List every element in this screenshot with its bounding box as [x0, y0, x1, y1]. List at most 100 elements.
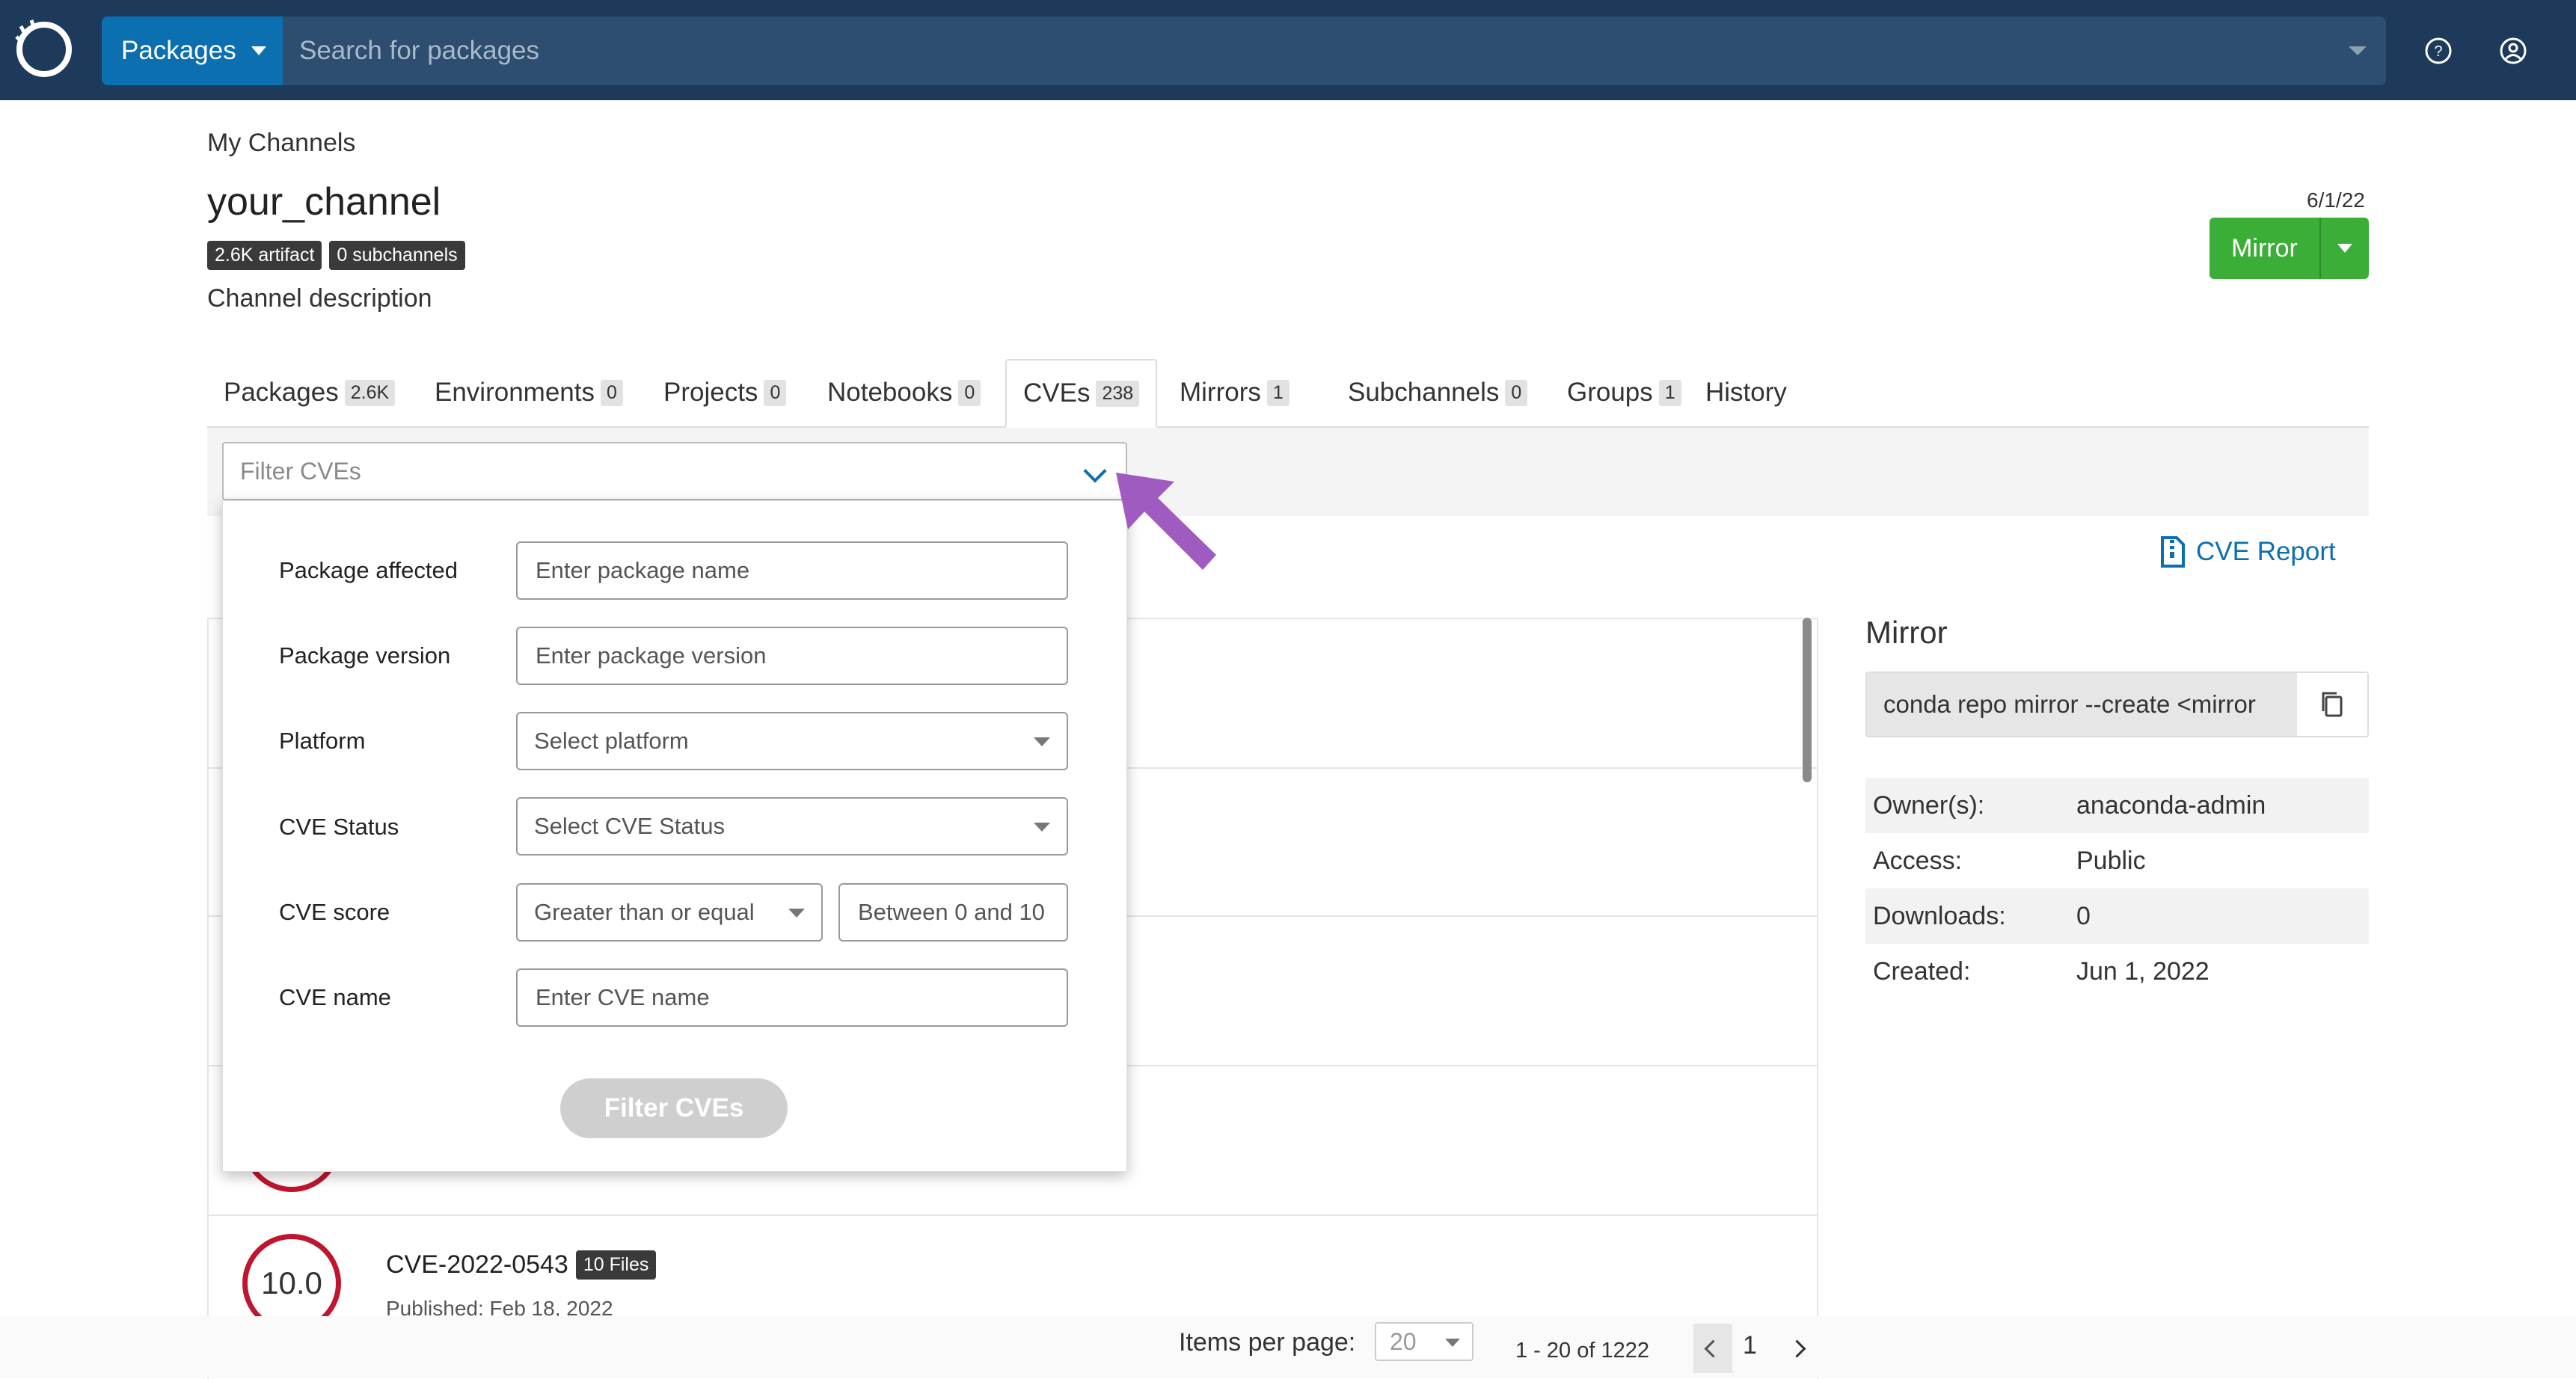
search-input[interactable]: [298, 35, 2320, 67]
search-bar: [283, 16, 2386, 85]
cve-score-operator-value: Greater than or equal: [534, 899, 755, 925]
tab-mirrors[interactable]: Mirrors 1: [1163, 359, 1306, 426]
tab-count: 0: [600, 379, 623, 406]
cve-report-label: CVE Report: [2196, 537, 2336, 566]
channel-date: 6/1/22: [2307, 188, 2365, 212]
tab-count: 0: [764, 379, 787, 406]
copy-icon: [2322, 692, 2343, 717]
tab-groups[interactable]: Groups 1: [1551, 359, 1698, 426]
tab-count: 1: [1266, 379, 1289, 406]
caret-down-icon: [251, 46, 266, 55]
pagination-range: 1 - 20 of 1222: [1515, 1339, 1649, 1363]
mirror-command-text[interactable]: conda repo mirror --create <mirror: [1867, 673, 2297, 736]
tab-notebooks[interactable]: Notebooks 0: [811, 359, 997, 426]
info-key: Owner(s):: [1873, 790, 1985, 820]
items-per-page-value: 20: [1390, 1327, 1417, 1355]
mirror-panel-title: Mirror: [1865, 615, 1948, 650]
cve-id[interactable]: CVE-2022-0543: [386, 1250, 568, 1280]
chevron-down-icon[interactable]: [1083, 459, 1107, 483]
tab-projects[interactable]: Projects 0: [647, 359, 803, 426]
tab-label: Mirrors: [1180, 378, 1261, 407]
mirror-button[interactable]: Mirror: [2209, 218, 2321, 279]
tab-count: 0: [1505, 379, 1528, 406]
mirror-dropdown-toggle[interactable]: [2321, 218, 2369, 279]
tab-label: Projects: [663, 378, 758, 407]
packages-dropdown-label: Packages: [121, 36, 236, 65]
current-page-number[interactable]: 1: [1743, 1331, 1757, 1360]
tab-label: History: [1705, 378, 1787, 407]
channel-badges: 2.6K artifact 0 subchannels: [207, 241, 465, 270]
breadcrumb[interactable]: My Channels: [207, 129, 355, 158]
cve-score-label: CVE score: [279, 899, 390, 925]
tab-subchannels[interactable]: Subchannels 0: [1331, 359, 1544, 426]
caret-down-icon: [2337, 244, 2352, 253]
info-row-downloads: Downloads: 0: [1865, 888, 2369, 944]
tab-cves[interactable]: CVEs 238: [1005, 359, 1158, 428]
tab-label: Notebooks: [827, 378, 953, 407]
search-caret-icon[interactable]: [2349, 46, 2367, 55]
mirror-split-button: Mirror: [2209, 218, 2369, 279]
page-title: your_channel: [207, 180, 441, 224]
tab-label: Packages: [224, 378, 339, 407]
tab-packages[interactable]: Packages 2.6K: [207, 359, 411, 426]
anaconda-logo-icon[interactable]: [13, 19, 75, 80]
info-row-owner: Owner(s): anaconda-admin: [1865, 778, 2369, 833]
info-value: 0: [2076, 901, 2091, 930]
tab-history[interactable]: History: [1689, 359, 1803, 426]
channel-tabs: Packages 2.6K Environments 0 Projects 0 Not…: [207, 359, 2369, 428]
caret-down-icon: [1445, 1339, 1460, 1347]
filter-cves-placeholder: Filter CVEs: [240, 457, 361, 485]
chevron-right-icon: [1787, 1339, 1806, 1358]
caret-down-icon: [1034, 823, 1050, 832]
files-count-badge: 10 Files: [575, 1250, 657, 1280]
tab-count: 2.6K: [344, 379, 396, 406]
chevron-left-icon: [1703, 1339, 1723, 1358]
packages-dropdown-button[interactable]: Packages: [102, 16, 283, 85]
cve-name-label: CVE name: [279, 984, 391, 1010]
annotation-arrow-icon: [1116, 473, 1216, 570]
caret-down-icon: [1034, 737, 1050, 746]
package-version-field[interactable]: [516, 627, 1068, 685]
cve-name-field[interactable]: [516, 968, 1068, 1027]
info-key: Downloads:: [1873, 901, 2006, 930]
filter-cves-select[interactable]: Filter CVEs: [222, 442, 1127, 500]
tab-label: Environments: [435, 378, 595, 407]
next-page-button[interactable]: [1777, 1324, 1816, 1373]
channel-info-table: Owner(s): anaconda-admin Access: Public Do…: [1865, 778, 2369, 999]
app-window: Packages ? My Channels your_channel 2.6K…: [0, 0, 2576, 1379]
platform-select-value: Select platform: [534, 728, 689, 754]
copy-button[interactable]: [2297, 673, 2367, 736]
cve-title[interactable]: CVE-2022-0543 10 Files: [386, 1250, 657, 1280]
tab-count: 0: [958, 379, 981, 406]
list-scrollbar[interactable]: [1803, 618, 1812, 782]
info-value: Public: [2076, 846, 2146, 875]
package-affected-input[interactable]: [534, 556, 1046, 585]
cve-score-operator-select[interactable]: Greater than or equal: [516, 883, 823, 942]
top-navbar: Packages ?: [0, 0, 2576, 100]
info-value: Jun 1, 2022: [2076, 956, 2209, 986]
cve-report-link[interactable]: CVE Report: [2160, 535, 2336, 568]
tab-count: 238: [1096, 380, 1140, 407]
previous-page-button[interactable]: [1693, 1324, 1732, 1373]
info-value: anaconda-admin: [2076, 790, 2266, 820]
artifact-count-badge: 2.6K artifact: [207, 241, 322, 270]
cve-score-field[interactable]: [838, 883, 1068, 942]
cve-score-input[interactable]: [856, 898, 1061, 927]
help-icon[interactable]: ?: [2423, 36, 2453, 66]
package-affected-field[interactable]: [516, 541, 1068, 600]
cve-status-select[interactable]: Select CVE Status: [516, 797, 1068, 856]
package-affected-label: Package affected: [279, 557, 458, 583]
user-account-icon[interactable]: [2498, 36, 2528, 66]
info-row-access: Access: Public: [1865, 833, 2369, 888]
items-per-page-select[interactable]: 20: [1375, 1322, 1473, 1361]
tab-label: CVEs: [1023, 378, 1091, 408]
tab-environments[interactable]: Environments 0: [418, 359, 640, 426]
info-key: Access:: [1873, 846, 1963, 875]
cve-score-value: 10.0: [261, 1265, 322, 1300]
cve-name-input[interactable]: [534, 983, 1046, 1012]
package-version-input[interactable]: [534, 642, 1046, 670]
filter-cves-button[interactable]: Filter CVEs: [560, 1078, 788, 1138]
subchannel-count-badge: 0 subchannels: [329, 241, 465, 270]
tab-label: Groups: [1567, 378, 1653, 407]
platform-select[interactable]: Select platform: [516, 712, 1068, 770]
